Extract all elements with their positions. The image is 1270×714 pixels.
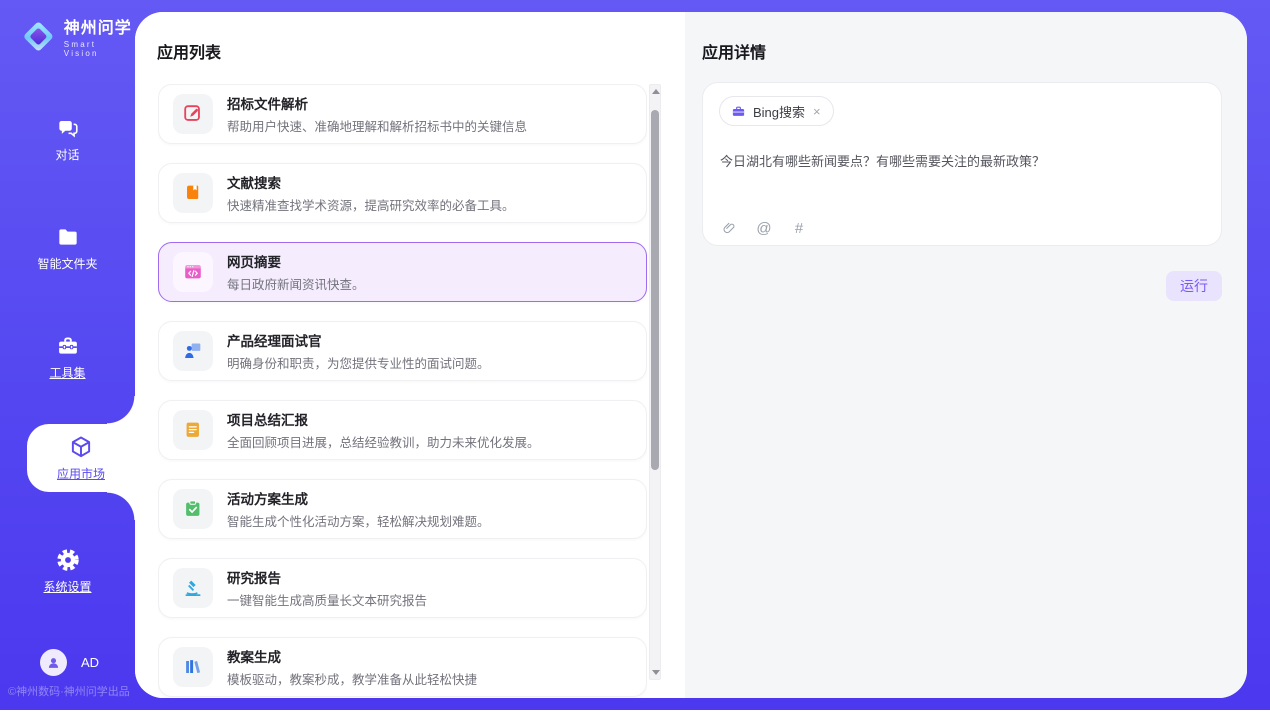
sidebar-item-label: 应用市场 (57, 465, 105, 482)
gear-icon (55, 547, 81, 573)
app-card-description: 全面回顾项目进展，总结经验教训，助力未来优化发展。 (227, 432, 540, 451)
app-card[interactable]: 文献搜索 快速精准查找学术资源，提高研究效率的必备工具。 (158, 163, 647, 223)
app-card-title: 产品经理面试官 (227, 330, 490, 350)
person-icon (45, 654, 62, 671)
sidebar-item-label: 工具集 (49, 364, 85, 381)
toolbox-icon (55, 333, 81, 359)
app-card[interactable]: 项目总结汇报 全面回顾项目进展，总结经验教训，助力未来优化发展。 (158, 400, 647, 460)
app-card-description: 智能生成个性化活动方案，轻松解决规划难题。 (227, 511, 490, 530)
list-scrollbar[interactable] (649, 84, 661, 680)
avatar[interactable] (40, 649, 67, 676)
user-row[interactable]: AD (40, 649, 99, 676)
sidebar-item-label: 对话 (55, 146, 79, 163)
app-card-title: 文献搜索 (227, 172, 515, 192)
pen-square-icon (173, 94, 213, 134)
app-card-description: 每日政府新闻资讯快查。 (227, 274, 365, 293)
app-card[interactable]: 产品经理面试官 明确身份和职责，为您提供专业性的面试问题。 (158, 321, 647, 381)
prompt-input[interactable]: 今日湖北有哪些新闻要点？有哪些需要关注的最新政策？ (720, 152, 1205, 172)
app-card-title: 网页摘要 (227, 251, 365, 271)
app-card-list: 招标文件解析 帮助用户快速、准确地理解和解析招标书中的关键信息 文献搜索 快速精… (158, 84, 647, 698)
user-initials: AD (81, 655, 99, 670)
app-card-description: 明确身份和职责，为您提供专业性的面试问题。 (227, 353, 490, 372)
app-card[interactable]: 活动方案生成 智能生成个性化活动方案，轻松解决规划难题。 (158, 479, 647, 539)
book-icon (173, 173, 213, 213)
clipboard-check-icon (173, 489, 213, 529)
app-card-description: 帮助用户快速、准确地理解和解析招标书中的关键信息 (227, 116, 527, 135)
scroll-down-arrow-icon[interactable] (652, 670, 660, 675)
content-area: 应用列表 招标文件解析 帮助用户快速、准确地理解和解析招标书中的关键信息 文献搜… (135, 12, 1247, 698)
composer-card: Bing搜索 × 今日湖北有哪些新闻要点？有哪些需要关注的最新政策？ @ # (702, 82, 1222, 246)
memo-icon (173, 410, 213, 450)
sidebar-nav: 对话 智能文件夹 工具集 应用市场 系统设置 (0, 0, 135, 710)
books-icon (173, 647, 213, 687)
app-card-description: 快速精准查找学术资源，提高研究效率的必备工具。 (227, 195, 515, 214)
app-detail-panel: 应用详情 Bing搜索 × 今日湖北有哪些新闻要点？有哪些需要关注的最新政策？ (685, 12, 1247, 698)
mention-icon[interactable]: @ (755, 219, 773, 237)
app-list-title: 应用列表 (157, 39, 221, 63)
app-card-description: 模板驱动，教案秒成，教学准备从此轻松快捷 (227, 669, 477, 688)
app-detail-title: 应用详情 (702, 39, 766, 63)
app-card[interactable]: 招标文件解析 帮助用户快速、准确地理解和解析招标书中的关键信息 (158, 84, 647, 144)
cube-icon (68, 434, 94, 460)
app-card-title: 活动方案生成 (227, 488, 490, 508)
app-card-title: 招标文件解析 (227, 93, 527, 113)
tool-tag-label: Bing搜索 (753, 102, 805, 121)
app-card[interactable]: 网页摘要 每日政府新闻资讯快查。 (158, 242, 647, 302)
sidebar-item-gear[interactable]: 系统设置 (0, 542, 135, 600)
attach-file-icon[interactable] (720, 219, 738, 237)
tool-tag-bing-search[interactable]: Bing搜索 × (719, 96, 834, 126)
sidebar-item-toolbox[interactable]: 工具集 (0, 328, 135, 386)
briefcase-icon (731, 104, 746, 119)
sidebar-item-label: 系统设置 (43, 578, 91, 595)
sidebar-item-cube[interactable]: 应用市场 (27, 424, 135, 492)
app-card-description: 一键智能生成高质量长文本研究报告 (227, 590, 427, 609)
folder-icon (55, 224, 81, 250)
sidebar-item-label: 智能文件夹 (37, 255, 97, 272)
run-button[interactable]: 运行 (1166, 271, 1222, 301)
composer-toolbar: @ # (720, 219, 808, 237)
app-card-title: 研究报告 (227, 567, 427, 587)
scroll-up-arrow-icon[interactable] (652, 89, 660, 94)
sidebar-item-folder[interactable]: 智能文件夹 (0, 219, 135, 277)
app-card[interactable]: 教案生成 模板驱动，教案秒成，教学准备从此轻松快捷 (158, 637, 647, 697)
chat-icon (55, 115, 81, 141)
app-list-panel: 应用列表 招标文件解析 帮助用户快速、准确地理解和解析招标书中的关键信息 文献搜… (135, 12, 685, 698)
sidebar: 神州问学 Smart Vision 对话 智能文件夹 工具集 应用市场 (0, 0, 135, 710)
microscope-icon (173, 568, 213, 608)
tag-close-icon[interactable]: × (812, 105, 822, 118)
browser-code-icon (173, 252, 213, 292)
app-frame: 神州问学 Smart Vision 对话 智能文件夹 工具集 应用市场 (0, 0, 1270, 710)
app-card-title: 项目总结汇报 (227, 409, 540, 429)
app-card[interactable]: 研究报告 一键智能生成高质量长文本研究报告 (158, 558, 647, 618)
hashtag-icon[interactable]: # (790, 219, 808, 237)
scrollbar-thumb[interactable] (651, 110, 659, 470)
app-card-title: 教案生成 (227, 646, 477, 666)
sidebar-item-chat[interactable]: 对话 (0, 110, 135, 168)
copyright-footer: ©神州数码·神州问学出品 (8, 683, 130, 699)
presenter-icon (173, 331, 213, 371)
